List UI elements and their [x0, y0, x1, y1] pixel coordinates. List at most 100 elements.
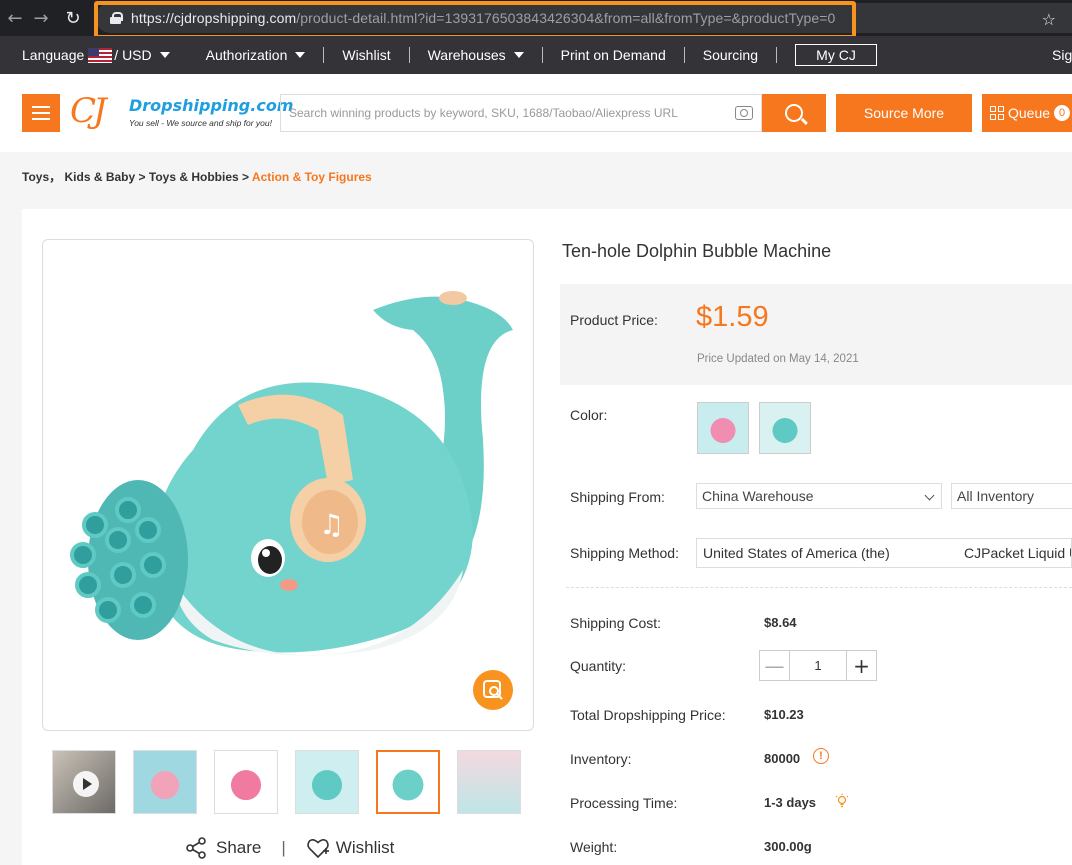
menu-icon-line [32, 106, 50, 108]
dolphin-toy-image: ♫ [70, 291, 513, 656]
quantity-decrement-button[interactable]: — [760, 651, 789, 680]
breadcrumb-item[interactable]: Kids & Baby [64, 170, 135, 184]
my-cj-button[interactable]: My CJ [795, 44, 877, 66]
currency-label: / USD [114, 47, 152, 63]
wishlist-button[interactable]: Wishlist [336, 838, 395, 858]
shipping-from-label: Shipping From: [570, 489, 665, 505]
thumbnail-image[interactable] [133, 750, 197, 814]
search-icon [785, 104, 803, 122]
quantity-input[interactable]: 1 [789, 651, 847, 680]
arrow-left-icon[interactable]: ← [2, 8, 28, 29]
caret-down-icon [159, 52, 170, 58]
url-highlight-box [94, 1, 856, 39]
thumbnail-image[interactable] [457, 750, 521, 814]
image-search-icon[interactable] [473, 670, 513, 710]
language-label: Language [22, 47, 85, 63]
breadcrumb-separator: > [138, 170, 146, 184]
nav-sourcing[interactable]: Sourcing [685, 47, 776, 63]
site-header: CJ Dropshipping.com You sell - We source… [0, 74, 1072, 152]
share-button[interactable]: Share [216, 838, 261, 858]
thumbnail-image[interactable] [295, 750, 359, 814]
breadcrumb-item[interactable]: Toys & Hobbies [149, 170, 239, 184]
category-menu-button[interactable] [22, 94, 60, 132]
play-icon [73, 771, 99, 797]
weight-value: 300.00g [764, 839, 812, 854]
inventory-value: 80000 [764, 751, 801, 766]
inventory-label: Inventory: [570, 751, 632, 767]
shipping-method: CJPacket Liquid US [964, 545, 1071, 561]
browser-toolbar: ← → ↻ https://cjdropshipping.com/product… [0, 0, 1072, 39]
quantity-stepper: — 1 + [759, 650, 877, 681]
site-top-nav: Language / USD Authorization Wishlist Wa… [0, 36, 1072, 74]
product-main-image[interactable]: ♫ [42, 239, 534, 731]
breadcrumb: Toys， Kids & Baby > Toys & Hobbies > Act… [22, 168, 372, 185]
queue-label: Queue [1008, 105, 1051, 121]
nav-authorization[interactable]: Authorization [188, 47, 324, 63]
share-icon[interactable] [184, 836, 208, 860]
arrow-right-icon[interactable]: → [28, 8, 54, 29]
product-detail: ♫ Share | Wishlist Ten-hole Dolphin Bubb… [22, 209, 1072, 865]
color-swatch-pink[interactable] [697, 402, 749, 454]
nav-print-on-demand-label: Print on Demand [560, 47, 666, 63]
share-wishlist-row: Share | Wishlist [184, 836, 394, 860]
color-swatch-blue[interactable] [759, 402, 811, 454]
search-box [280, 94, 762, 132]
shipping-cost-value: $8.64 [764, 615, 797, 630]
thumbnail-strip [52, 750, 521, 814]
quantity-label: Quantity: [570, 658, 627, 674]
svg-text:♫: ♫ [319, 508, 344, 541]
us-flag-icon [88, 47, 113, 63]
breadcrumb-item-current[interactable]: Action & Toy Figures [252, 170, 372, 184]
info-icon[interactable]: ! [813, 748, 829, 764]
product-title: Ten-hole Dolphin Bubble Machine [562, 241, 832, 261]
breadcrumb-item[interactable]: Toys [22, 170, 49, 184]
price-label: Product Price: [570, 312, 658, 328]
refresh-icon[interactable]: ↻ [60, 8, 86, 29]
lightbulb-icon[interactable] [834, 793, 850, 809]
nav-warehouses[interactable]: Warehouses [410, 47, 542, 63]
queue-button[interactable]: Queue 0 [982, 94, 1072, 132]
shipping-cost-label: Shipping Cost: [570, 615, 662, 631]
logo-name: Dropshipping.com [129, 96, 294, 115]
search-button[interactable] [762, 94, 826, 132]
breadcrumb-separator: ， [49, 170, 62, 184]
inventory-filter-select[interactable]: All Inventory [951, 483, 1072, 509]
cj-logo[interactable]: CJ Dropshipping.com You sell - We source… [70, 91, 293, 136]
thumbnail-video[interactable] [52, 750, 116, 814]
logo-mark: CJ [70, 91, 107, 131]
logo-tagline: You sell - We source and ship for you! [129, 118, 273, 128]
source-more-button[interactable]: Source More [836, 94, 972, 132]
language-selector[interactable]: Language / USD [0, 47, 188, 63]
nav-wishlist-label: Wishlist [342, 47, 391, 63]
shipping-method-select[interactable]: United States of America (the) CJPacket … [696, 538, 1072, 568]
caret-down-icon [295, 52, 306, 58]
weight-label: Weight: [570, 839, 618, 855]
chevron-down-icon [924, 490, 935, 501]
star-icon[interactable]: ☆ [1042, 10, 1056, 29]
nav-wishlist[interactable]: Wishlist [324, 47, 408, 63]
sign-in-link[interactable]: Sign [1052, 47, 1072, 63]
thumbnail-image-selected[interactable] [376, 750, 440, 814]
shipping-from-select[interactable]: China Warehouse [696, 483, 942, 509]
price-updated-date: Price Updated on May 14, 2021 [697, 353, 859, 365]
menu-icon-line [32, 112, 50, 114]
caret-down-icon [513, 52, 524, 58]
heart-icon[interactable] [306, 836, 330, 860]
quantity-increment-button[interactable]: + [847, 651, 876, 680]
grid-icon [990, 106, 1004, 120]
nav-authorization-label: Authorization [205, 47, 288, 63]
search-input[interactable] [281, 95, 735, 131]
nav-warehouses-label: Warehouses [427, 47, 506, 63]
price-box: Product Price: $1.59 Price Updated on Ma… [560, 284, 1072, 385]
section-divider [566, 587, 1072, 588]
thumbnail-image[interactable] [214, 750, 278, 814]
nav-sourcing-label: Sourcing [702, 47, 758, 63]
breadcrumb-separator: > [242, 170, 250, 184]
processing-time-label: Processing Time: [570, 795, 678, 811]
menu-icon-line [32, 118, 50, 120]
camera-icon[interactable] [735, 106, 753, 120]
shipping-from-value: China Warehouse [702, 488, 814, 504]
inventory-filter-value: All Inventory [957, 488, 1035, 504]
nav-print-on-demand[interactable]: Print on Demand [543, 47, 684, 63]
nav-divider [776, 47, 777, 63]
